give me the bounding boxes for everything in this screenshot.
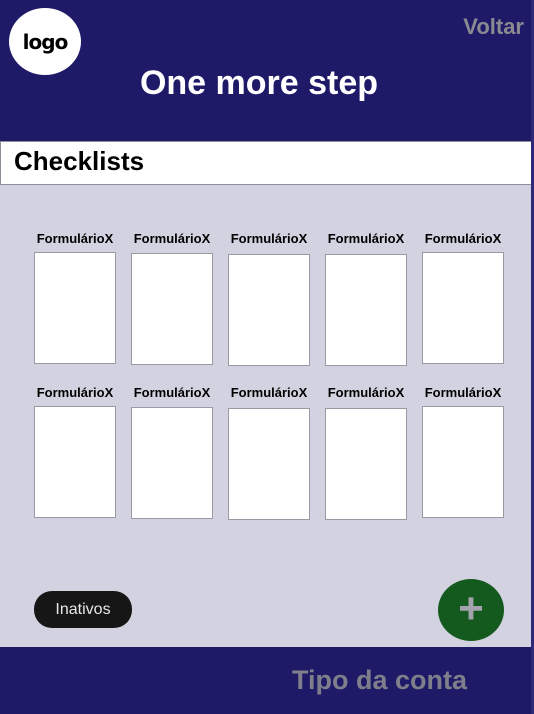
form-card-label: FormulárioX — [327, 385, 405, 400]
form-card-thumbnail[interactable] — [34, 406, 116, 518]
form-card-thumbnail[interactable] — [422, 252, 504, 364]
section-title: Checklists — [14, 146, 145, 176]
form-card[interactable]: FormulárioX — [228, 385, 310, 520]
form-card[interactable]: FormulárioX — [422, 385, 504, 518]
form-card-label: FormulárioX — [424, 231, 502, 246]
back-link[interactable]: Voltar — [463, 14, 524, 40]
form-card-label: FormulárioX — [133, 231, 211, 246]
form-card-label: FormulárioX — [424, 385, 502, 400]
account-type-link[interactable]: Tipo da conta — [292, 665, 467, 696]
form-card[interactable]: FormulárioX — [325, 385, 407, 520]
form-card-label: FormulárioX — [230, 385, 308, 400]
form-card-thumbnail[interactable] — [325, 254, 407, 366]
form-card-thumbnail[interactable] — [325, 408, 407, 520]
footer: Tipo da conta — [0, 647, 534, 714]
form-card-label: FormulárioX — [230, 231, 308, 246]
inactive-button[interactable]: Inativos — [34, 591, 132, 628]
form-card-thumbnail[interactable] — [422, 406, 504, 518]
form-card-label: FormulárioX — [133, 385, 211, 400]
form-card-thumbnail[interactable] — [131, 253, 213, 365]
form-card[interactable]: FormulárioX — [422, 231, 504, 364]
form-card[interactable]: FormulárioX — [34, 231, 116, 364]
form-card[interactable]: FormulárioX — [131, 231, 213, 365]
plus-icon: + — [458, 583, 484, 633]
form-card-label: FormulárioX — [36, 231, 114, 246]
form-card[interactable]: FormulárioX — [228, 231, 310, 366]
form-card-thumbnail[interactable] — [131, 407, 213, 519]
add-button[interactable]: + — [438, 579, 504, 641]
header: logo Voltar One more step — [0, 0, 534, 141]
logo-text: logo — [22, 29, 69, 54]
form-row-1: FormulárioX FormulárioX FormulárioX Form… — [0, 231, 534, 371]
form-card[interactable]: FormulárioX — [34, 385, 116, 518]
form-row-2: FormulárioX FormulárioX FormulárioX Form… — [0, 385, 534, 525]
form-card[interactable]: FormulárioX — [325, 231, 407, 366]
form-card-thumbnail[interactable] — [34, 252, 116, 364]
form-card[interactable]: FormulárioX — [131, 385, 213, 519]
page-title: One more step — [139, 64, 379, 102]
section-header: Checklists — [0, 141, 532, 185]
form-card-label: FormulárioX — [36, 385, 114, 400]
form-card-thumbnail[interactable] — [228, 254, 310, 366]
form-card-label: FormulárioX — [327, 231, 405, 246]
form-card-thumbnail[interactable] — [228, 408, 310, 520]
